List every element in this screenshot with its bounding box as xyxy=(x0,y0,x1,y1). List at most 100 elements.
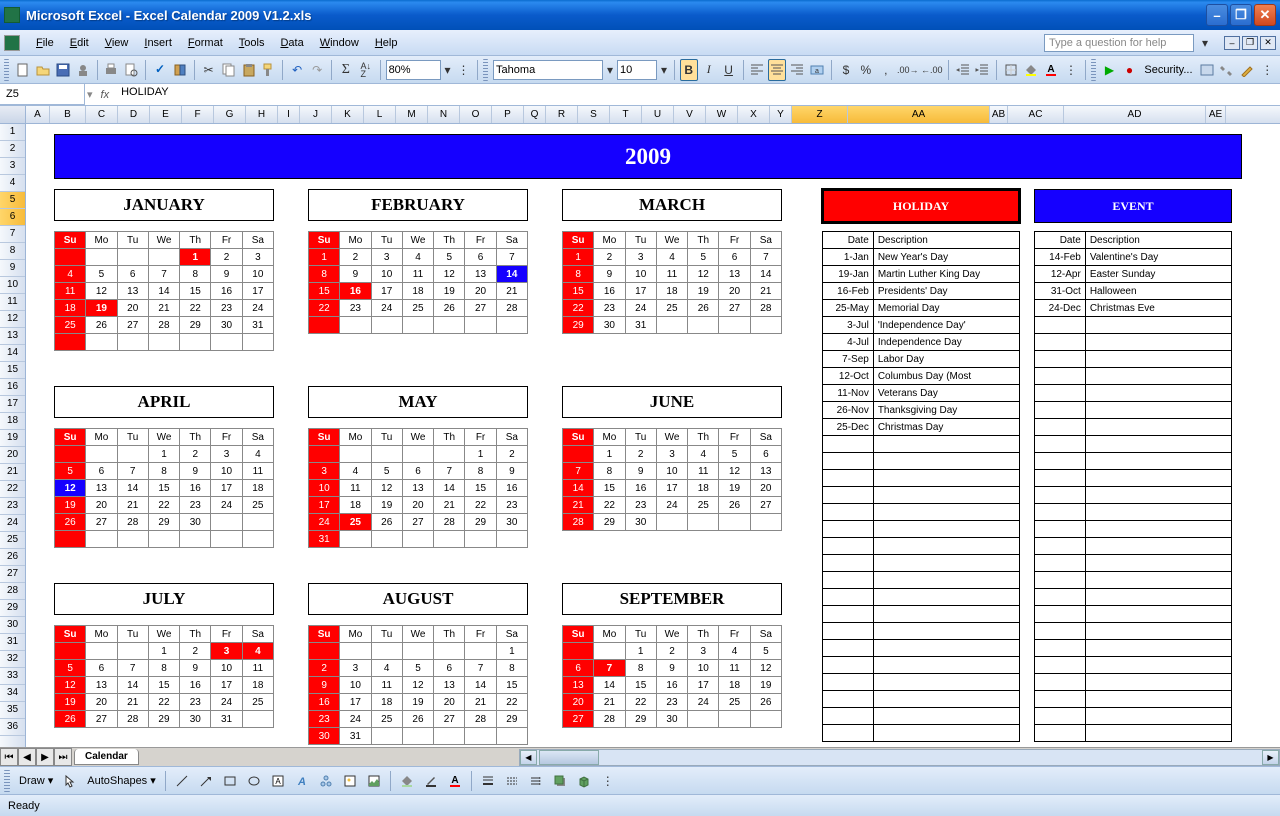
day-cell[interactable]: 28 xyxy=(563,514,594,531)
day-cell[interactable]: 25 xyxy=(402,300,433,317)
day-cell[interactable]: 19 xyxy=(371,497,402,514)
day-cell[interactable]: 2 xyxy=(656,643,687,660)
toolbar-grip-2[interactable] xyxy=(483,59,488,81)
day-cell[interactable]: 24 xyxy=(242,300,273,317)
col-header-T[interactable]: T xyxy=(610,106,642,123)
tab-calendar[interactable]: Calendar xyxy=(74,749,139,765)
day-cell[interactable]: 17 xyxy=(625,283,656,300)
day-cell[interactable]: 23 xyxy=(180,694,211,711)
day-cell[interactable]: 22 xyxy=(309,300,340,317)
day-cell[interactable]: 19 xyxy=(719,480,750,497)
autosum-icon[interactable]: Σ xyxy=(337,59,355,81)
day-cell[interactable]: 17 xyxy=(242,283,273,300)
day-cell[interactable] xyxy=(309,317,340,334)
day-cell[interactable] xyxy=(86,531,117,548)
tab-nav-first[interactable]: ⏮ xyxy=(0,748,18,766)
day-cell[interactable] xyxy=(465,643,496,660)
day-cell[interactable]: 8 xyxy=(563,266,594,283)
day-cell[interactable]: 17 xyxy=(211,677,242,694)
day-cell[interactable]: 1 xyxy=(594,446,625,463)
day-cell[interactable]: 28 xyxy=(148,317,179,334)
day-cell[interactable]: 17 xyxy=(309,497,340,514)
row-header-19[interactable]: 19 xyxy=(0,430,25,447)
day-cell[interactable]: 5 xyxy=(55,660,86,677)
day-cell[interactable]: 12 xyxy=(434,266,465,283)
day-cell[interactable]: 7 xyxy=(496,249,527,266)
day-cell[interactable]: 25 xyxy=(656,300,687,317)
arrow-icon[interactable] xyxy=(195,770,217,792)
clipart-icon[interactable] xyxy=(339,770,361,792)
list-desc[interactable]: Memorial Day xyxy=(873,300,1019,317)
day-cell[interactable]: 15 xyxy=(563,283,594,300)
day-cell[interactable] xyxy=(496,728,527,745)
day-cell[interactable]: 14 xyxy=(148,283,179,300)
col-header-V[interactable]: V xyxy=(674,106,706,123)
row-header-28[interactable]: 28 xyxy=(0,583,25,600)
day-cell[interactable]: 13 xyxy=(434,677,465,694)
day-cell[interactable]: 4 xyxy=(719,643,750,660)
day-cell[interactable]: 20 xyxy=(465,283,496,300)
day-cell[interactable] xyxy=(117,249,148,266)
day-cell[interactable]: 16 xyxy=(180,480,211,497)
day-cell[interactable]: 8 xyxy=(594,463,625,480)
toolbar-grip-3[interactable] xyxy=(1091,59,1096,81)
help-search-input[interactable] xyxy=(1044,34,1194,52)
menu-edit[interactable]: Edit xyxy=(62,33,97,53)
minimize-button[interactable]: – xyxy=(1206,4,1228,26)
day-cell[interactable]: 10 xyxy=(656,463,687,480)
col-header-R[interactable]: R xyxy=(546,106,578,123)
day-cell[interactable]: 10 xyxy=(625,266,656,283)
day-cell[interactable]: 9 xyxy=(594,266,625,283)
menu-tools[interactable]: Tools xyxy=(231,33,273,53)
col-header-D[interactable]: D xyxy=(118,106,150,123)
day-cell[interactable]: 15 xyxy=(309,283,340,300)
day-cell[interactable]: 10 xyxy=(211,660,242,677)
day-cell[interactable]: 7 xyxy=(465,660,496,677)
day-cell[interactable]: 19 xyxy=(86,300,117,317)
day-cell[interactable] xyxy=(402,446,433,463)
day-cell[interactable] xyxy=(434,643,465,660)
day-cell[interactable]: 13 xyxy=(465,266,496,283)
day-cell[interactable]: 5 xyxy=(55,463,86,480)
day-cell[interactable]: 21 xyxy=(563,497,594,514)
day-cell[interactable]: 19 xyxy=(434,283,465,300)
day-cell[interactable]: 30 xyxy=(496,514,527,531)
col-header-K[interactable]: K xyxy=(332,106,364,123)
day-cell[interactable]: 2 xyxy=(309,660,340,677)
col-header-Q[interactable]: Q xyxy=(524,106,546,123)
day-cell[interactable]: 4 xyxy=(688,446,719,463)
day-cell[interactable]: 1 xyxy=(496,643,527,660)
permission-icon[interactable] xyxy=(74,59,92,81)
row-header-34[interactable]: 34 xyxy=(0,685,25,702)
day-cell[interactable]: 3 xyxy=(340,660,371,677)
day-cell[interactable]: 6 xyxy=(750,446,781,463)
day-cell[interactable]: 23 xyxy=(625,497,656,514)
increase-decimal-icon[interactable]: .00→ xyxy=(897,59,919,81)
textbox-icon[interactable]: A xyxy=(267,770,289,792)
day-cell[interactable]: 23 xyxy=(656,694,687,711)
day-cell[interactable] xyxy=(750,711,781,728)
undo-icon[interactable]: ↶ xyxy=(288,59,306,81)
day-cell[interactable]: 31 xyxy=(211,711,242,728)
day-cell[interactable]: 12 xyxy=(688,266,719,283)
day-cell[interactable]: 20 xyxy=(402,497,433,514)
day-cell[interactable]: 18 xyxy=(402,283,433,300)
day-cell[interactable]: 2 xyxy=(180,643,211,660)
tab-nav-last[interactable]: ⏭ xyxy=(54,748,72,766)
day-cell[interactable]: 2 xyxy=(211,249,242,266)
help-dropdown-icon[interactable]: ▾ xyxy=(1194,32,1216,54)
horizontal-scrollbar[interactable]: ◀ ▶ xyxy=(519,749,1280,766)
row-header-25[interactable]: 25 xyxy=(0,532,25,549)
day-cell[interactable]: 31 xyxy=(625,317,656,334)
scroll-right-button[interactable]: ▶ xyxy=(1262,750,1279,765)
day-cell[interactable]: 1 xyxy=(148,643,179,660)
day-cell[interactable] xyxy=(434,446,465,463)
day-cell[interactable]: 30 xyxy=(625,514,656,531)
day-cell[interactable]: 12 xyxy=(402,677,433,694)
day-cell[interactable]: 28 xyxy=(496,300,527,317)
day-cell[interactable]: 9 xyxy=(180,463,211,480)
row-header-26[interactable]: 26 xyxy=(0,549,25,566)
macro-play-icon[interactable]: ▶ xyxy=(1101,59,1119,81)
day-cell[interactable]: 28 xyxy=(434,514,465,531)
rectangle-icon[interactable] xyxy=(219,770,241,792)
